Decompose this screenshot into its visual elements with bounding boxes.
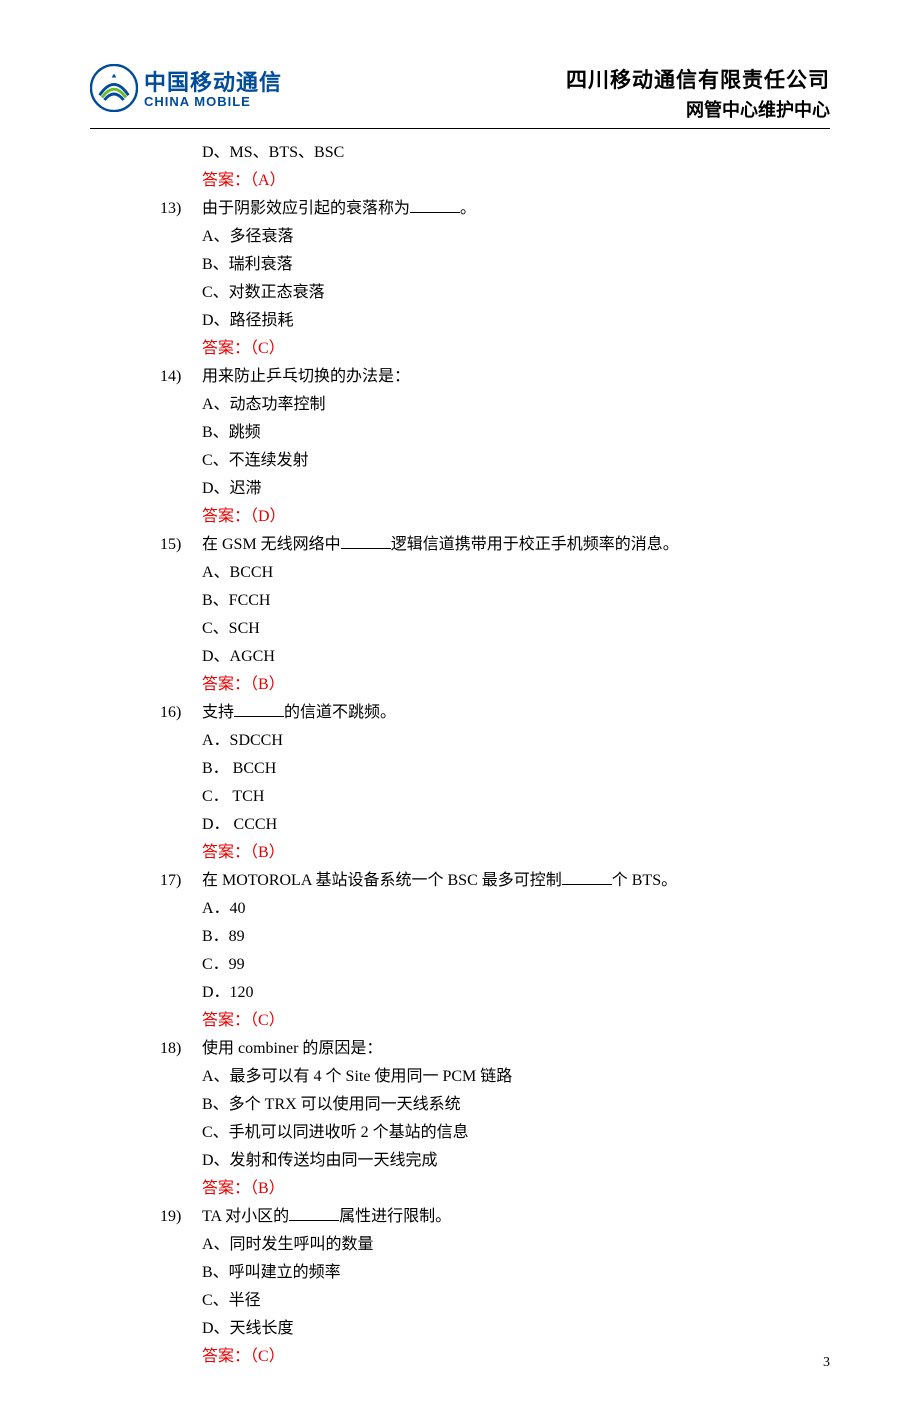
option-row: B、FCCH (202, 587, 830, 615)
answer-row: 答案：（D） (202, 503, 830, 531)
option-row: C．99 (202, 951, 830, 979)
dept-name: 网管中心维护中心 (566, 96, 830, 122)
logo-en: CHINA MOBILE (144, 95, 282, 109)
blank (562, 884, 612, 885)
option-row: C、SCH (202, 615, 830, 643)
page: 中国移动通信 CHINA MOBILE 四川移动通信有限责任公司 网管中心维护中… (0, 0, 920, 1411)
question-text: TA 对小区的 属性进行限制。 (202, 1203, 451, 1231)
answer-row: 答案：（B） (202, 839, 830, 867)
option-row: A．40 (202, 895, 830, 923)
option-row: A、动态功率控制 (202, 391, 830, 419)
option-row: D．120 (202, 979, 830, 1007)
question-number: 13) (160, 195, 202, 223)
page-header: 中国移动通信 CHINA MOBILE 四川移动通信有限责任公司 网管中心维护中… (90, 64, 830, 122)
question-number: 19) (160, 1203, 202, 1231)
answer-row: 答案：（C） (202, 1007, 830, 1035)
option-row: C、不连续发射 (202, 447, 830, 475)
option-row: A、BCCH (202, 559, 830, 587)
blank (341, 548, 391, 549)
option-row: A、同时发生呼叫的数量 (202, 1231, 830, 1259)
option-row: C、半径 (202, 1287, 830, 1315)
china-mobile-logo-icon (90, 64, 138, 117)
option-row: D． CCCH (202, 811, 830, 839)
blank (289, 1220, 339, 1221)
page-number: 3 (823, 1355, 830, 1371)
answer-row: 答案：（C） (202, 1343, 830, 1371)
question-text-pre: 在 GSM 无线网络中 (202, 536, 341, 553)
option-row: D、AGCH (202, 643, 830, 671)
option-row: D、天线长度 (202, 1315, 830, 1343)
answer-row: 答案：（B） (202, 671, 830, 699)
logo-text: 中国移动通信 CHINA MOBILE (144, 71, 282, 109)
header-right: 四川移动通信有限责任公司 网管中心维护中心 (566, 64, 830, 122)
option-row: B．89 (202, 923, 830, 951)
question-text: 支持 的信道不跳频。 (202, 699, 396, 727)
option-row: A、多径衰落 (202, 223, 830, 251)
option-row: B、瑞利衰落 (202, 251, 830, 279)
question-number: 15) (160, 531, 202, 559)
question-number: 16) (160, 699, 202, 727)
question-text-post: 个 BTS。 (612, 872, 677, 889)
question-text: 在 MOTOROLA 基站设备系统一个 BSC 最多可控制 个 BTS。 (202, 867, 677, 895)
answer-row: 答案：（C） (202, 335, 830, 363)
question-text: 由于阴影效应引起的衰落称为 。 (202, 195, 476, 223)
option-row: D、发射和传送均由同一天线完成 (202, 1147, 830, 1175)
option-row: C． TCH (202, 783, 830, 811)
logo-block: 中国移动通信 CHINA MOBILE (90, 64, 282, 117)
question-text-post: 。 (460, 200, 476, 217)
question-row: 17)在 MOTOROLA 基站设备系统一个 BSC 最多可控制 个 BTS。 (160, 867, 830, 895)
question-row: 19)TA 对小区的 属性进行限制。 (160, 1203, 830, 1231)
option-row: A．SDCCH (202, 727, 830, 755)
question-text: 使用 combiner 的原因是： (202, 1035, 382, 1063)
question-row: 16)支持 的信道不跳频。 (160, 699, 830, 727)
blank (234, 716, 284, 717)
question-row: 13)由于阴影效应引起的衰落称为 。 (160, 195, 830, 223)
option-row: B、多个 TRX 可以使用同一天线系统 (202, 1091, 830, 1119)
question-text-pre: 由于阴影效应引起的衰落称为 (202, 200, 410, 217)
option-row: B． BCCH (202, 755, 830, 783)
question-number: 17) (160, 867, 202, 895)
option-row: B、呼叫建立的频率 (202, 1259, 830, 1287)
question-text-pre: 在 MOTOROLA 基站设备系统一个 BSC 最多可控制 (202, 872, 562, 889)
question-text-pre: 支持 (202, 704, 234, 721)
header-divider (90, 128, 830, 129)
question-row: 15)在 GSM 无线网络中 逻辑信道携带用于校正手机频率的消息。 (160, 531, 830, 559)
logo-cn: 中国移动通信 (144, 71, 282, 95)
answer-remnant: 答案：（A） (202, 167, 830, 195)
question-row: 18)使用 combiner 的原因是： (160, 1035, 830, 1063)
question-number: 18) (160, 1035, 202, 1063)
option-row: C、手机可以同进收听 2 个基站的信息 (202, 1119, 830, 1147)
question-text: 在 GSM 无线网络中 逻辑信道携带用于校正手机频率的消息。 (202, 531, 679, 559)
option-row: D、路径损耗 (202, 307, 830, 335)
content: D、MS、BTS、BSC 答案：（A） 13)由于阴影效应引起的衰落称为 。 A、多… (160, 139, 830, 1371)
question-text-post: 的信道不跳频。 (284, 704, 396, 721)
option-d-remnant: D、MS、BTS、BSC (202, 139, 830, 167)
question-text-post: 逻辑信道携带用于校正手机频率的消息。 (391, 536, 679, 553)
option-row: A、最多可以有 4 个 Site 使用同一 PCM 链路 (202, 1063, 830, 1091)
company-name: 四川移动通信有限责任公司 (566, 64, 830, 94)
question-text-pre: TA 对小区的 (202, 1208, 289, 1225)
answer-row: 答案：（B） (202, 1175, 830, 1203)
blank (410, 212, 460, 213)
question-text: 用来防止乒乓切换的办法是： (202, 363, 410, 391)
question-text-post: 属性进行限制。 (339, 1208, 451, 1225)
option-row: C、对数正态衰落 (202, 279, 830, 307)
question-row: 14)用来防止乒乓切换的办法是： (160, 363, 830, 391)
option-row: B、跳频 (202, 419, 830, 447)
option-row: D、迟滞 (202, 475, 830, 503)
question-number: 14) (160, 363, 202, 391)
